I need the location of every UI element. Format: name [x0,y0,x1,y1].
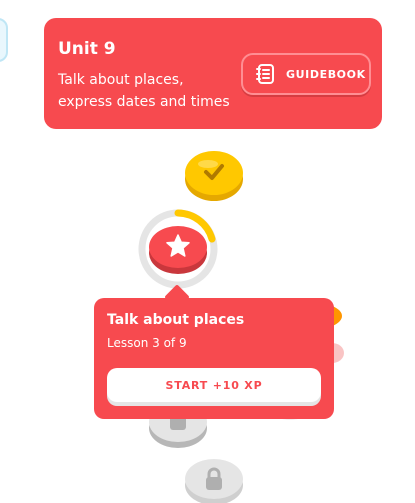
unit-description: Talk about places, express dates and tim… [58,72,230,110]
lock-icon [203,467,225,491]
check-icon [201,161,227,183]
unit-header: Unit 9 Talk about places, express dates … [44,18,382,129]
completed-lesson-node[interactable] [184,148,244,202]
lesson-popup: Talk about places Lesson 3 of 9 START +1… [94,298,334,419]
popup-subtitle: Lesson 3 of 9 [107,336,187,350]
notebook-icon [254,62,278,86]
locked-lesson-node[interactable] [184,455,244,503]
star-icon [165,233,191,259]
popup-title: Talk about places [107,312,245,328]
previous-section-chip[interactable] [0,18,8,62]
guidebook-button[interactable]: GUIDEBOOK [241,53,371,95]
unit-title: Unit 9 [58,39,116,59]
current-lesson-node[interactable] [137,208,219,290]
guidebook-label: GUIDEBOOK [286,67,366,81]
start-lesson-button[interactable]: START +10 XP [107,368,321,402]
